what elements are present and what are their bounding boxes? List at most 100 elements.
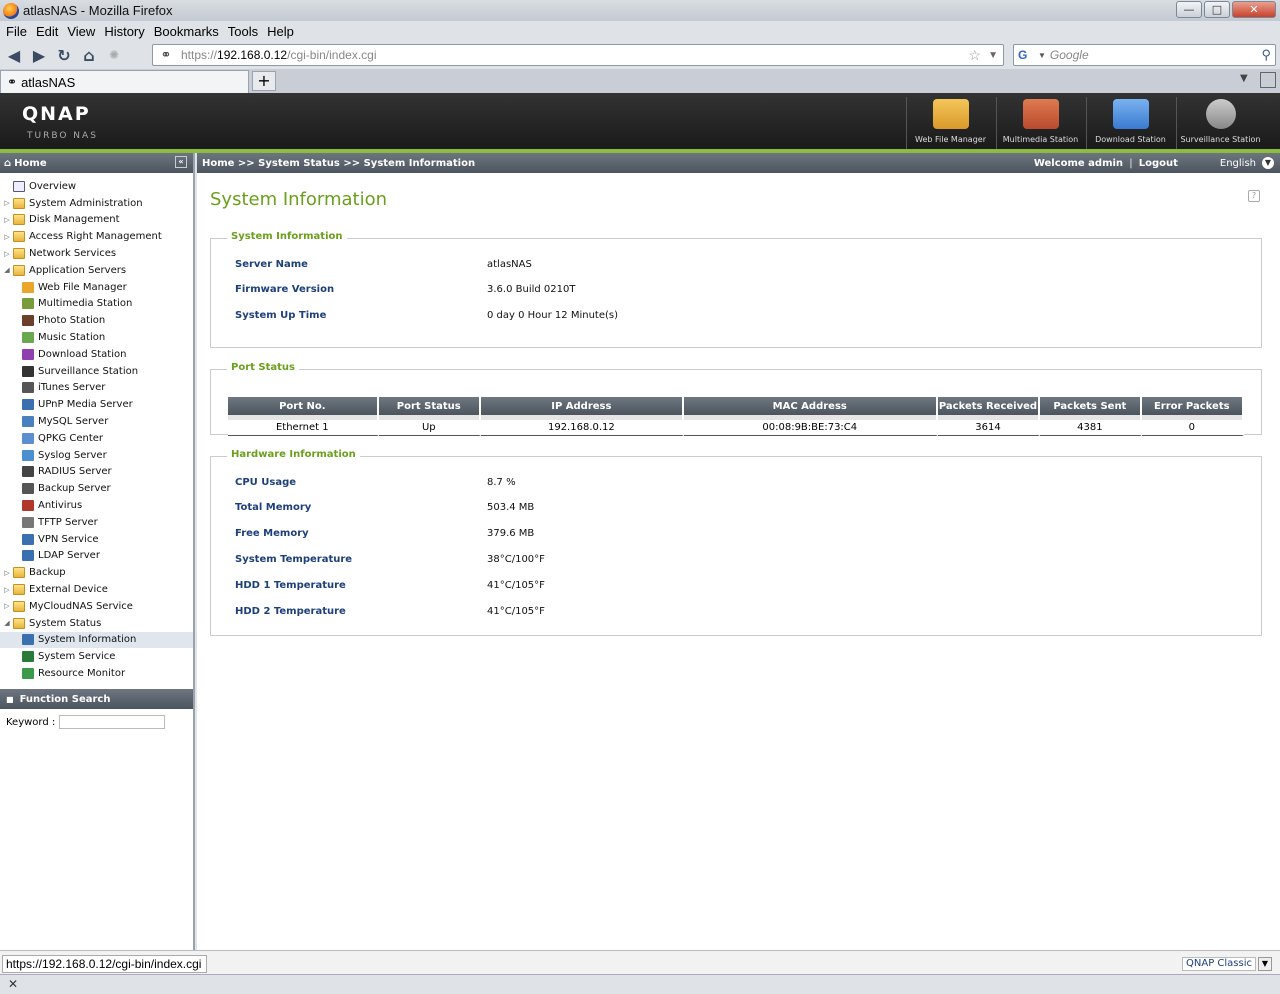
- sidebar-item-tftp-server[interactable]: TFTP Server: [0, 514, 193, 531]
- language-select[interactable]: English: [1220, 158, 1256, 169]
- sidebar-item-access-right-management[interactable]: ▷ Access Right Management: [0, 228, 193, 245]
- close-addon-bar-icon[interactable]: ✕: [8, 977, 18, 991]
- sidebar-item-backup[interactable]: ▷ Backup: [0, 564, 193, 581]
- reload-icon[interactable]: ↻: [53, 44, 75, 66]
- antivirus-icon: [22, 500, 34, 512]
- sidebar-home-label[interactable]: Home: [14, 158, 46, 169]
- collapse-arrow-icon[interactable]: ◢: [3, 266, 11, 274]
- maximize-button[interactable]: □: [1204, 1, 1230, 18]
- sidebar-item-label: System Information: [38, 634, 137, 646]
- sidebar-item-external-device[interactable]: ▷ External Device: [0, 581, 193, 598]
- sidebar-item-backup-server[interactable]: Backup Server: [0, 480, 193, 497]
- tab-groups-icon[interactable]: [1260, 72, 1276, 88]
- sidebar-item-antivirus[interactable]: Antivirus: [0, 497, 193, 514]
- sidebar-item-download-station[interactable]: Download Station: [0, 346, 193, 363]
- sidebar-item-application-servers[interactable]: ◢ Application Servers: [0, 262, 193, 279]
- backup-server-icon: [22, 483, 34, 495]
- menu-edit[interactable]: Edit: [36, 24, 58, 39]
- sidebar-item-vpn-service[interactable]: VPN Service: [0, 531, 193, 548]
- menu-history[interactable]: History: [104, 24, 144, 39]
- system-temperature-value: 38°C/100°F: [487, 554, 545, 565]
- home-icon[interactable]: ⌂: [78, 44, 100, 66]
- multimedia-station-icon: [22, 298, 34, 310]
- sidebar-item-radius-server[interactable]: RADIUS Server: [0, 464, 193, 481]
- sidebar-item-system-service[interactable]: System Service: [0, 648, 193, 665]
- expand-arrow-icon[interactable]: ▷: [3, 233, 11, 241]
- expand-arrow-icon[interactable]: ▷: [3, 602, 11, 610]
- sidebar-item-ldap-server[interactable]: LDAP Server: [0, 548, 193, 565]
- sidebar-item-qpkg-center[interactable]: QPKG Center: [0, 430, 193, 447]
- sidebar-item-disk-management[interactable]: ▷ Disk Management: [0, 212, 193, 229]
- tab-atlasnas[interactable]: ⚭ atlasNAS: [0, 70, 249, 93]
- help-icon[interactable]: ?: [1248, 190, 1260, 202]
- port-status-legend: Port Status: [227, 362, 299, 373]
- expand-arrow-icon[interactable]: ▷: [3, 586, 11, 594]
- search-bar[interactable]: G ▼ Google ⚲: [1013, 44, 1276, 66]
- theme-select[interactable]: QNAP Classic: [1182, 957, 1256, 971]
- search-input[interactable]: Google: [1050, 48, 1089, 62]
- sidebar-item-mysql-server[interactable]: MySQL Server: [0, 413, 193, 430]
- list-all-tabs-icon[interactable]: ▼: [1240, 73, 1248, 84]
- engine-dropdown-icon[interactable]: ▼: [1038, 51, 1046, 60]
- sidebar-item-itunes-server[interactable]: iTunes Server: [0, 380, 193, 397]
- back-icon[interactable]: ◀: [3, 44, 25, 66]
- col-error-packets: Error Packets: [1141, 397, 1244, 415]
- new-tab-button[interactable]: +: [252, 71, 276, 91]
- menu-view[interactable]: View: [67, 24, 95, 39]
- sidebar-item-web-file-manager[interactable]: Web File Manager: [0, 279, 193, 296]
- minimize-button[interactable]: —: [1176, 1, 1202, 18]
- sidebar-item-music-station[interactable]: Music Station: [0, 329, 193, 346]
- search-icon[interactable]: ⚲: [1261, 47, 1271, 63]
- sidebar-item-label: MyCloudNAS Service: [29, 600, 133, 612]
- system-information-icon: [22, 634, 34, 646]
- expand-arrow-icon[interactable]: ▷: [3, 199, 11, 207]
- expand-arrow-icon[interactable]: ▷: [3, 250, 11, 258]
- web-file-manager-shortcut[interactable]: Web File Manager: [906, 97, 994, 149]
- expand-arrow-icon[interactable]: ▷: [3, 216, 11, 224]
- sidebar-item-system-administration[interactable]: ▷ System Administration: [0, 195, 193, 212]
- sidebar-item-label: Network Services: [29, 248, 117, 260]
- address-bar[interactable]: ⚭ https:// 192.168.0.12 /cgi-bin/index.c…: [152, 44, 1004, 66]
- sidebar-item-network-services[interactable]: ▷ Network Services: [0, 245, 193, 262]
- keyword-input[interactable]: [59, 715, 166, 729]
- url-history-dropdown-icon[interactable]: ▼: [988, 50, 998, 61]
- menu-file[interactable]: File: [6, 24, 27, 39]
- sidebar-item-resource-monitor[interactable]: Resource Monitor: [0, 665, 193, 682]
- sidebar-home-bar: ⌂ Home «: [0, 153, 193, 173]
- download-station-icon: [1112, 99, 1149, 129]
- site-identity-icon[interactable]: ⚭: [157, 47, 175, 63]
- collapse-sidebar-icon[interactable]: «: [175, 156, 187, 168]
- sidebar-item-system-information[interactable]: System Information: [0, 631, 193, 649]
- surveillance-station-shortcut[interactable]: Surveillance Station: [1176, 97, 1264, 149]
- web-file-manager-icon: [22, 281, 34, 293]
- sidebar-item-system-status[interactable]: ◢ System Status: [0, 615, 193, 632]
- google-engine-icon[interactable]: G: [1018, 48, 1036, 62]
- language-dropdown-icon[interactable]: ▼: [1262, 157, 1274, 169]
- download-station-shortcut[interactable]: Download Station: [1086, 97, 1174, 149]
- qnap-logo: QNAP: [22, 103, 91, 125]
- sidebar-item-surveillance-station[interactable]: Surveillance Station: [0, 363, 193, 380]
- forward-icon[interactable]: ▶: [28, 44, 50, 66]
- menu-bookmarks[interactable]: Bookmarks: [154, 24, 219, 39]
- sidebar-item-overview[interactable]: Overview: [0, 178, 193, 195]
- close-window-button[interactable]: ✕: [1232, 1, 1276, 18]
- expand-arrow-icon[interactable]: ▷: [3, 569, 11, 577]
- bookmark-star-icon[interactable]: ☆: [968, 47, 981, 64]
- collapse-arrow-icon[interactable]: ◢: [3, 619, 11, 627]
- sidebar-item-photo-station[interactable]: Photo Station: [0, 312, 193, 329]
- sidebar-item-syslog-server[interactable]: Syslog Server: [0, 447, 193, 464]
- theme-dropdown-icon[interactable]: ▼: [1258, 957, 1272, 971]
- sidebar-item-mycloudnas-service[interactable]: ▷ MyCloudNAS Service: [0, 598, 193, 615]
- system-info-panel: System Information Server Name atlasNAS …: [210, 231, 1262, 348]
- logout-link[interactable]: Logout: [1139, 158, 1178, 169]
- sidebar-item-upnp-media-server[interactable]: UPnP Media Server: [0, 396, 193, 413]
- menu-help[interactable]: Help: [267, 24, 294, 39]
- server-name-label: Server Name: [235, 259, 308, 270]
- hardware-info-legend: Hardware Information: [227, 449, 360, 460]
- menu-tools[interactable]: Tools: [228, 24, 258, 39]
- hdd2-temperature-value: 41°C/105°F: [487, 606, 545, 617]
- sidebar-item-multimedia-station[interactable]: Multimedia Station: [0, 296, 193, 313]
- server-name-value: atlasNAS: [487, 259, 532, 270]
- url-scheme: https://: [181, 48, 218, 62]
- multimedia-station-shortcut[interactable]: Multimedia Station: [996, 97, 1084, 149]
